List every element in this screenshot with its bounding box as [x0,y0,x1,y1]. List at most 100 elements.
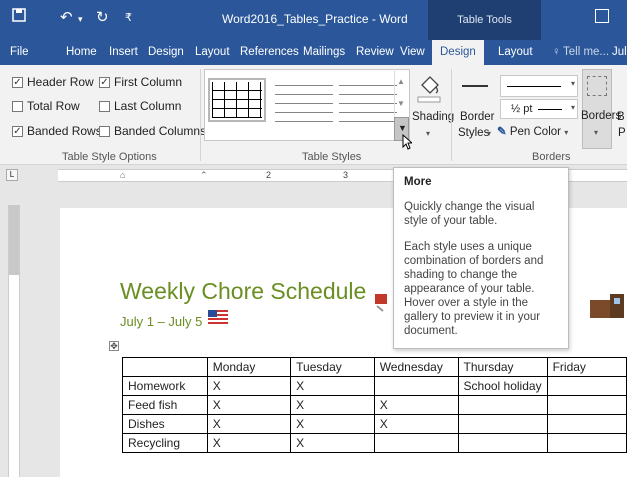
table-cell[interactable]: Feed fish [122,395,208,415]
tab-view[interactable]: View [400,46,425,58]
table-cell[interactable] [546,376,627,396]
pen-color-button[interactable]: ✎ Pen Color ▾ [497,124,568,138]
tab-marker-icon[interactable]: ⌃ [200,170,208,181]
borders-label: Borders [581,110,622,122]
first-column-option[interactable]: ✓ First Column [99,75,182,89]
table-cell[interactable]: X [290,433,375,453]
table-cell[interactable] [546,433,627,453]
border-styles-label[interactable]: Border [460,111,495,123]
line-weight-dropdown[interactable]: ½ pt ▾ [500,99,578,119]
tell-me-icon[interactable]: ♀ [552,46,561,58]
chore-table[interactable]: Monday Tuesday Wednesday Thursday Friday… [122,357,627,453]
table-cell[interactable] [546,414,627,434]
table-style-grid[interactable] [208,78,266,122]
border-painter-label-2[interactable]: P [618,127,626,139]
pen-icon: ✎ [497,126,507,138]
tooltip-body-2: Each style uses a unique combination of … [404,241,544,337]
table-cell[interactable]: Homework [122,376,208,396]
line-style-dropdown[interactable]: ▾ [500,75,578,97]
table-style-plain-2[interactable] [339,78,397,122]
gallery-up-icon[interactable]: ▲ [397,77,405,86]
table-cell[interactable] [457,395,548,415]
document-date-range: July 1 – July 5 [120,314,203,329]
redo-icon[interactable]: ↻ [96,8,109,26]
table-cell[interactable]: X [206,433,292,453]
table-cell[interactable]: X [373,395,459,415]
tab-table-design[interactable]: Design [432,40,484,65]
border-styles-label-2[interactable]: Styles [458,127,489,139]
tell-me-search[interactable]: Tell me... [563,46,609,58]
last-column-option[interactable]: Last Column [99,99,181,113]
border-styles-icon[interactable] [462,85,488,87]
gallery-down-icon[interactable]: ▼ [397,99,405,108]
table-styles-gallery [204,69,410,141]
tab-selector[interactable]: L [6,169,18,181]
table-cell[interactable] [546,395,627,415]
table-cell[interactable]: Dishes [122,414,208,434]
table-cell[interactable]: X [290,376,375,396]
banded-columns-option[interactable]: Banded Columns [99,124,206,138]
undo-dropdown-icon[interactable]: ▾ [78,14,83,25]
table-cell[interactable]: School holiday [457,376,548,396]
shading-label[interactable]: Shading [412,111,454,123]
header-row-checkbox[interactable]: ✓ [12,76,23,88]
table-cell[interactable]: Recycling [122,433,208,453]
shading-dropdown-icon[interactable]: ▾ [426,129,430,138]
tab-file[interactable]: File [10,46,29,58]
table-cell[interactable]: X [290,395,375,415]
table-header-cell[interactable]: Tuesday [290,357,375,377]
table-style-plain-1[interactable] [275,78,333,122]
pen-color-label: Pen Color [509,126,561,138]
table-cell[interactable]: X [206,395,292,415]
tab-insert[interactable]: Insert [109,46,138,58]
ruler-number: 2 [266,170,272,180]
header-row-option[interactable]: ✓ Header Row [12,75,94,89]
table-header-cell[interactable] [122,357,208,377]
banded-columns-checkbox[interactable] [99,125,110,137]
table-cell[interactable]: X [206,414,292,434]
tab-design[interactable]: Design [148,46,184,58]
first-column-checkbox[interactable]: ✓ [99,76,110,88]
undo-icon[interactable]: ↶ [60,8,73,26]
total-row-checkbox[interactable] [12,100,23,112]
banded-rows-option[interactable]: ✓ Banded Rows [12,124,102,138]
tab-user[interactable]: Jul [612,46,627,58]
table-cell[interactable] [373,433,459,453]
table-row: Feed fish X X X [122,395,627,415]
total-row-option[interactable]: Total Row [12,99,80,113]
tooltip-title: More [404,176,432,188]
last-column-checkbox[interactable] [99,100,110,112]
table-move-handle-icon[interactable]: ✥ [109,341,119,351]
us-flag-icon [208,310,228,324]
shading-icon[interactable] [416,73,442,106]
border-styles-dropdown-icon[interactable]: ▾ [487,129,491,138]
table-cell[interactable] [457,414,548,434]
tab-layout[interactable]: Layout [195,46,230,58]
tab-table-layout[interactable]: Layout [498,46,533,58]
qat-dropdown-icon[interactable]: ₹ [125,11,132,24]
borders-button[interactable]: Borders ▾ [581,69,621,149]
indent-marker-icon[interactable]: ⌂ [120,170,125,180]
table-cell[interactable]: X [290,414,375,434]
table-cell[interactable] [373,376,459,396]
tab-references[interactable]: References [240,46,299,58]
ribbon-display-options-icon[interactable] [595,9,609,23]
save-icon[interactable] [12,8,26,26]
table-tools-label: Table Tools [428,0,541,40]
table-cell[interactable]: X [206,376,292,396]
tab-mailings[interactable]: Mailings [303,46,345,58]
tab-review[interactable]: Review [356,46,394,58]
table-cell[interactable]: X [373,414,459,434]
table-header-row: Monday Tuesday Wednesday Thursday Friday [122,357,627,377]
border-painter-label[interactable]: B [617,111,625,123]
table-row: Homework X X School holiday [122,376,627,396]
table-header-cell[interactable]: Monday [206,357,292,377]
tab-home[interactable]: Home [66,46,97,58]
table-header-cell[interactable]: Wednesday [373,357,459,377]
table-header-cell[interactable]: Thursday [457,357,548,377]
table-header-cell[interactable]: Friday [546,357,627,377]
table-styles-group-label: Table Styles [302,151,362,163]
chevron-down-icon: ▾ [570,103,575,112]
table-cell[interactable] [457,433,548,453]
banded-rows-checkbox[interactable]: ✓ [12,125,23,137]
